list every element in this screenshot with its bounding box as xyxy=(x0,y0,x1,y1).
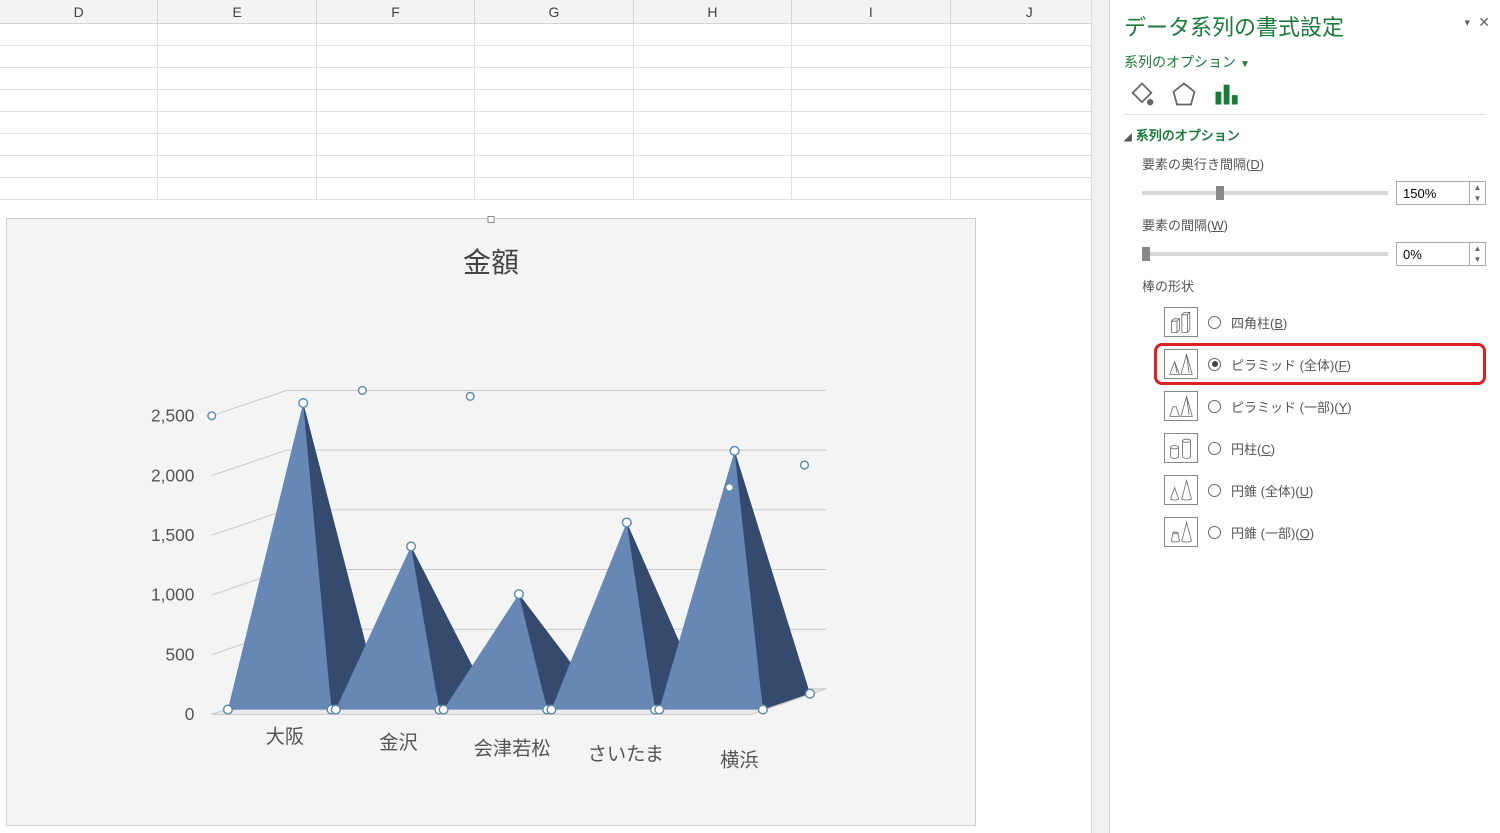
format-tabs xyxy=(1124,80,1486,108)
format-series-panel: ▾ ✕ データ系列の書式設定 系列のオプション▼ ◢系列のオプション 要素の奥行… xyxy=(1110,0,1500,833)
radio-icon xyxy=(1208,358,1221,371)
gap-depth-input[interactable]: 150% ▲▼ xyxy=(1396,181,1486,205)
radio-icon xyxy=(1208,484,1221,497)
radio-icon xyxy=(1208,400,1221,413)
close-icon[interactable]: ✕ xyxy=(1478,14,1490,31)
shape-option-cylinder[interactable]: 円柱(C) xyxy=(1154,427,1486,469)
grid-row[interactable] xyxy=(0,156,1109,178)
radio-icon xyxy=(1208,316,1221,329)
gap-depth-label: 要素の奥行き間隔(D) xyxy=(1142,154,1486,173)
shape-option-full-pyramid[interactable]: ピラミッド (全体)(F) xyxy=(1154,343,1486,385)
shape-option-partial-pyramid[interactable]: ピラミッド (一部)(Y) xyxy=(1154,385,1486,427)
col-header[interactable]: E xyxy=(158,0,316,23)
shape-option-box[interactable]: 四角柱(B) xyxy=(1154,301,1486,343)
spinner-up-icon[interactable]: ▲ xyxy=(1470,243,1485,254)
col-header[interactable]: F xyxy=(317,0,475,23)
chart-plot-area[interactable]: 0 500 1,000 1,500 2,000 2,500 大阪 金沢 会津若松 さいたま 横浜 xyxy=(7,281,975,801)
panel-title: データ系列の書式設定 xyxy=(1124,10,1486,42)
col-header[interactable]: I xyxy=(792,0,950,23)
svg-text:2,000: 2,000 xyxy=(151,465,194,485)
panel-dropdown-icon[interactable]: ▾ xyxy=(1464,16,1470,29)
grid-row[interactable] xyxy=(0,178,1109,200)
partial-pyramid-shape-icon xyxy=(1164,391,1198,421)
selection-handle-icon[interactable] xyxy=(488,216,495,223)
svg-text:1,000: 1,000 xyxy=(151,585,194,605)
grid-row[interactable] xyxy=(0,46,1109,68)
grid-row[interactable] xyxy=(0,112,1109,134)
grid-row[interactable] xyxy=(0,90,1109,112)
svg-text:会津若松: 会津若松 xyxy=(474,738,551,760)
gap-width-label: 要素の間隔(W) xyxy=(1142,215,1486,234)
svg-text:0: 0 xyxy=(185,704,195,724)
column-shape-label: 棒の形状 xyxy=(1142,276,1486,295)
svg-text:2,500: 2,500 xyxy=(151,406,194,426)
spreadsheet-area: D E F G H I J 金額 0 500 1,000 1,500 2,000 2,50… xyxy=(0,0,1110,833)
grid-rows xyxy=(0,24,1109,200)
col-header[interactable]: D xyxy=(0,0,158,23)
svg-text:500: 500 xyxy=(165,644,194,664)
gap-width-slider[interactable] xyxy=(1142,252,1388,256)
box-shape-icon xyxy=(1164,307,1198,337)
col-header[interactable]: J xyxy=(951,0,1109,23)
gap-depth-slider[interactable] xyxy=(1142,191,1388,195)
chart-title[interactable]: 金額 xyxy=(7,241,975,281)
shape-options-group: 四角柱(B) ピラミッド (全体)(F) ピラミッド (一部)(Y) 円柱(C) xyxy=(1154,301,1486,553)
svg-text:大阪: 大阪 xyxy=(266,726,305,748)
spinner-down-icon[interactable]: ▼ xyxy=(1470,254,1485,265)
partial-cone-shape-icon xyxy=(1164,517,1198,547)
effects-tab-icon[interactable] xyxy=(1170,80,1198,108)
spinner-down-icon[interactable]: ▼ xyxy=(1470,193,1485,204)
pyramid-chart-icon: 0 500 1,000 1,500 2,000 2,500 大阪 金沢 会津若松 さいたま 横浜 xyxy=(7,281,975,801)
radio-icon xyxy=(1208,526,1221,539)
col-header[interactable]: G xyxy=(475,0,633,23)
svg-text:1,500: 1,500 xyxy=(151,525,194,545)
series-options-section[interactable]: ◢系列のオプション xyxy=(1124,125,1486,144)
full-cone-shape-icon xyxy=(1164,475,1198,505)
grid-row[interactable] xyxy=(0,68,1109,90)
fill-tab-icon[interactable] xyxy=(1128,80,1156,108)
svg-text:さいたま: さいたま xyxy=(588,745,664,766)
spinner-up-icon[interactable]: ▲ xyxy=(1470,182,1485,193)
series-options-tab-icon[interactable] xyxy=(1212,80,1240,108)
series-options-label: 系列のオプション xyxy=(1124,54,1236,70)
radio-icon xyxy=(1208,442,1221,455)
chart-object[interactable]: 金額 0 500 1,000 1,500 2,000 2,500 大阪 金沢 会津若松 さいたま 横… xyxy=(6,218,976,826)
col-header[interactable]: H xyxy=(634,0,792,23)
svg-text:金沢: 金沢 xyxy=(379,732,418,754)
grid-row[interactable] xyxy=(0,24,1109,46)
shape-option-partial-cone[interactable]: 円錐 (一部)(O) xyxy=(1154,511,1486,553)
cylinder-shape-icon xyxy=(1164,433,1198,463)
series-options-dropdown[interactable]: 系列のオプション▼ xyxy=(1124,52,1486,72)
column-headers: D E F G H I J xyxy=(0,0,1109,24)
gap-width-input[interactable]: 0% ▲▼ xyxy=(1396,242,1486,266)
full-pyramid-shape-icon xyxy=(1164,349,1198,379)
grid-row[interactable] xyxy=(0,134,1109,156)
vertical-scrollbar[interactable] xyxy=(1091,0,1109,833)
svg-text:横浜: 横浜 xyxy=(720,749,759,771)
shape-option-full-cone[interactable]: 円錐 (全体)(U) xyxy=(1154,469,1486,511)
